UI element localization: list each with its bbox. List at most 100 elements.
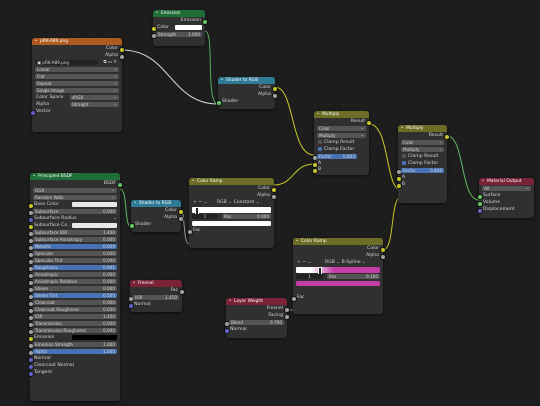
bsdf-input-row[interactable]: Anisotropic 0.000: [27, 271, 120, 279]
distribution-select[interactable]: GGX: [30, 187, 120, 194]
blend-mode-select[interactable]: Multiply: [398, 146, 447, 153]
bsdf-input-row[interactable]: Specular 0.000: [27, 250, 120, 258]
ramp-controls[interactable]: + − ⌄ RGB ⌄ Constant ⌄: [189, 199, 274, 206]
node-multiply-1[interactable]: Multiply Result Color Multiply Clamp Res…: [311, 110, 372, 175]
node-title: Shader to RGB: [131, 199, 181, 207]
factor-field[interactable]: Factor 0.843: [311, 153, 369, 161]
node-fresnel[interactable]: Fresnel Fac IOR1.450 Normal: [127, 279, 185, 312]
node-color-ramp-2[interactable]: Color Ramp Color Alpha + − ⌄ RGB ⌄ B-Spl…: [290, 237, 386, 314]
color-mode-select[interactable]: RGB: [217, 200, 227, 205]
ramp-gradient[interactable]: [189, 206, 274, 215]
node-multiply-2[interactable]: Multiply Result Color Multiply Clamp Res…: [395, 124, 450, 203]
bsdf-input-row[interactable]: Subsurface Anisotropy 0.000: [27, 236, 120, 244]
factor-field[interactable]: Factor 0.848: [395, 167, 447, 175]
socket[interactable]: [128, 222, 135, 229]
socket[interactable]: [215, 99, 222, 106]
ramp-controls[interactable]: + − ⌄ RGB ⌄ B-Spline ⌄: [293, 259, 383, 266]
color-mode-select[interactable]: RGB: [325, 260, 335, 265]
clamp-factor-checkbox[interactable]: Clamp Factor: [398, 160, 447, 167]
bsdf-input-row[interactable]: Clearcoat 0.000: [27, 299, 120, 307]
socket[interactable]: [223, 327, 230, 334]
bsdf-input-row[interactable]: Sheen Tint 0.500: [27, 292, 120, 300]
color-swatch[interactable]: [72, 335, 117, 340]
bsdf-input-row[interactable]: Normal: [27, 355, 120, 363]
data-type-select[interactable]: Color: [398, 139, 447, 146]
node-shader-to-rgb-2[interactable]: Shader to RGB Color Alpha Shader: [128, 199, 184, 232]
output-color: Color: [32, 45, 125, 53]
output-facing: Facing: [226, 312, 290, 320]
socket[interactable]: [311, 167, 318, 174]
clamp-result-checkbox[interactable]: Clamp Result: [314, 139, 369, 146]
dropdown-icon[interactable]: ⌄: [204, 200, 209, 205]
image-file-selector[interactable]: ▣ pRK-A89.png ⧉▭✕: [32, 59, 122, 66]
bsdf-input-row[interactable]: Tangent: [27, 369, 120, 377]
image-actions-icons[interactable]: ⧉▭✕: [104, 59, 118, 66]
blend-field[interactable]: Blend 0.700: [223, 319, 287, 327]
bsdf-input-row[interactable]: Alpha 1.000: [27, 348, 120, 356]
input-normal: Normal: [223, 326, 287, 334]
node-material-output[interactable]: Material Output All Surface Volume Displ…: [476, 177, 534, 218]
data-type-select[interactable]: Color: [314, 125, 369, 132]
interpolation-select[interactable]: B-Spline: [342, 260, 361, 265]
stop-color[interactable]: [293, 280, 383, 287]
bsdf-input-row[interactable]: Specular Tint 0.000: [27, 257, 120, 265]
ramp-gradient[interactable]: [293, 266, 383, 275]
interpolation-select[interactable]: Linear: [32, 66, 122, 73]
bsdf-input-row[interactable]: Subsurface Radius ⌄: [27, 215, 120, 223]
expand-icon[interactable]: ⌄: [113, 215, 117, 222]
source-select[interactable]: Single Image: [32, 87, 122, 94]
node-principled-bsdf[interactable]: Principled BSDF BSDF GGX Random Walk Bas…: [27, 172, 123, 401]
bsdf-input-row[interactable]: Emission Strength 1.000: [27, 341, 120, 349]
socket[interactable]: [290, 295, 297, 302]
clamp-factor-checkbox[interactable]: Clamp Factor: [314, 146, 369, 153]
bsdf-input-row[interactable]: Roughness 0.941: [27, 264, 120, 272]
color-swatch[interactable]: [175, 25, 202, 30]
clamp-result-checkbox[interactable]: Clamp Result: [398, 153, 447, 160]
socket[interactable]: [127, 302, 134, 309]
bsdf-input-row[interactable]: Clearcoat Roughness 0.030: [27, 306, 120, 314]
input-color[interactable]: Color: [150, 24, 205, 32]
bsdf-input-row[interactable]: Subsurface 0.000: [27, 208, 120, 216]
socket[interactable]: [476, 207, 483, 214]
color-space-select[interactable]: Color Space sRGB: [32, 94, 122, 101]
alpha-mode-select[interactable]: Alpha Straight: [32, 101, 122, 108]
socket[interactable]: [186, 228, 193, 235]
bsdf-input-row[interactable]: Metallic 0.000: [27, 243, 120, 251]
node-emission[interactable]: Emission Emission Color Strength1.000: [150, 9, 208, 46]
bsdf-input-row[interactable]: Base Color: [27, 201, 120, 209]
stop-color[interactable]: [189, 220, 274, 227]
bsdf-input-row[interactable]: Sheen 0.000: [27, 285, 120, 293]
extension-select[interactable]: Repeat: [32, 80, 122, 87]
bsdf-input-row[interactable]: Emission: [27, 334, 120, 342]
socket[interactable]: [395, 182, 402, 189]
blend-mode-select[interactable]: Multiply: [314, 132, 369, 139]
node-image-texture[interactable]: pRK-A89.png Color Alpha ▣ pRK-A89.png⧉▭✕…: [29, 37, 125, 132]
color-swatch[interactable]: [72, 202, 117, 207]
bsdf-input-row[interactable]: Subsurface IOR 1.400: [27, 229, 120, 237]
node-shader-to-rgb-1[interactable]: Shader to RGB Color Alpha Shader: [215, 76, 278, 109]
bsdf-input-row[interactable]: Transmission Roughness 0.000: [27, 327, 120, 335]
bsdf-input-row[interactable]: Transmission 0.000: [27, 320, 120, 328]
output-alpha: Alpha: [32, 52, 125, 60]
node-color-ramp-1[interactable]: Color Ramp Color Alpha + − ⌄ RGB ⌄ Const…: [186, 177, 277, 248]
socket[interactable]: [27, 370, 34, 377]
bsdf-input-row[interactable]: Anisotropic Rotation 0.000: [27, 278, 120, 286]
stop-row[interactable]: 1 Pos 0.000: [189, 213, 274, 220]
output-result: Result: [398, 132, 450, 140]
projection-select[interactable]: Flat: [32, 73, 122, 80]
stop-row[interactable]: 1 Pos 0.100: [293, 273, 383, 280]
node-layer-weight[interactable]: Layer Weight Fresnel Facing Blend0.700 N…: [223, 297, 290, 338]
input-strength[interactable]: Strength 1.000: [150, 31, 205, 39]
bsdf-input-row[interactable]: Clearcoat Normal: [27, 362, 120, 370]
output-result: Result: [314, 118, 372, 126]
subsurface-method-select[interactable]: Random Walk: [30, 194, 120, 201]
bsdf-input-row[interactable]: Subsurface Co...: [27, 222, 120, 230]
socket[interactable]: [29, 109, 36, 116]
target-select[interactable]: All: [479, 185, 534, 192]
dropdown-icon[interactable]: ⌄: [308, 260, 313, 265]
color-swatch[interactable]: [72, 223, 117, 228]
bsdf-input-row[interactable]: IOR 1.450: [27, 313, 120, 321]
interpolation-select[interactable]: Constant: [234, 200, 255, 205]
ior-field[interactable]: IOR 1.450: [127, 294, 182, 302]
output-color: Color: [218, 84, 278, 92]
